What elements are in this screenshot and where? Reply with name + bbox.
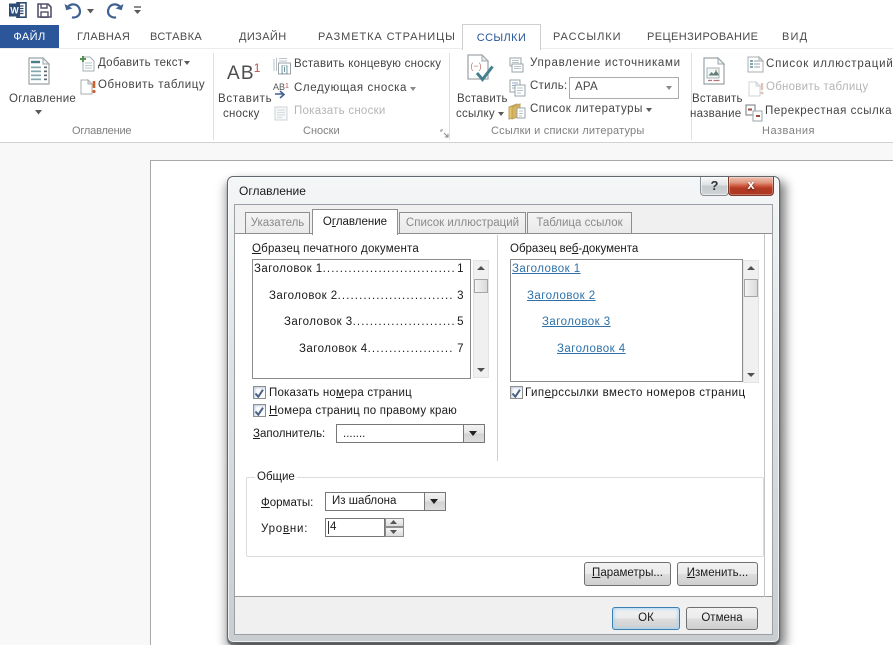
svg-text:[i]: [i]	[281, 64, 288, 74]
svg-text:W: W	[10, 6, 19, 16]
svg-text:1: 1	[285, 83, 289, 90]
svg-text:АВ: АВ	[273, 82, 285, 92]
svg-text:(−): (−)	[470, 61, 481, 71]
